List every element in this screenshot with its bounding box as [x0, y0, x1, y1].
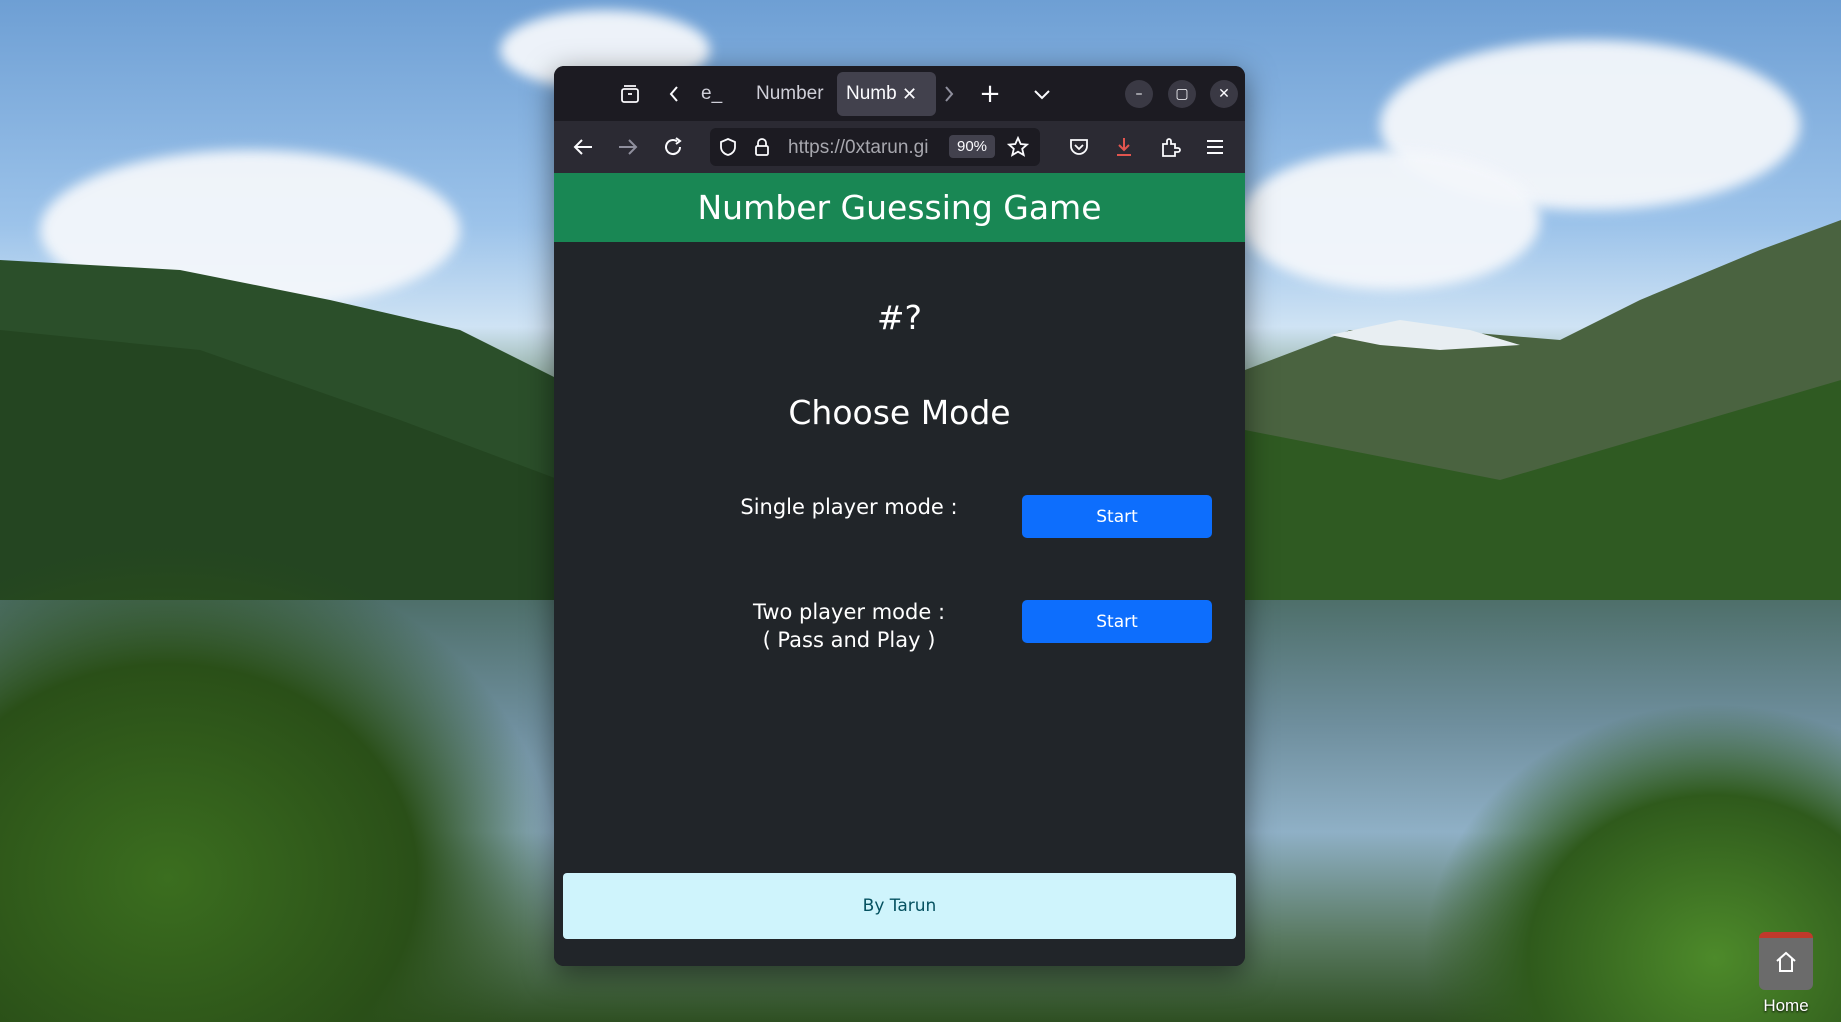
list-tabs-chevron-icon[interactable] — [1028, 80, 1056, 108]
tab-1[interactable]: e_ — [699, 72, 731, 116]
mystery-number: #? — [876, 298, 923, 337]
extensions-puzzle-icon[interactable] — [1156, 133, 1184, 161]
lock-icon[interactable] — [748, 133, 776, 161]
two-player-label: Two player mode : ( Pass and Play ) — [684, 598, 1014, 654]
single-player-row: Single player mode : Start — [554, 493, 1245, 543]
tab-overview-icon[interactable] — [616, 80, 644, 108]
maximize-icon[interactable]: ▢ — [1168, 80, 1196, 108]
back-arrow-icon[interactable] — [569, 133, 597, 161]
single-player-start-button[interactable]: Start — [1022, 495, 1212, 538]
forward-arrow-icon[interactable] — [614, 133, 642, 161]
tab-3-active[interactable]: Numb ✕ — [837, 72, 936, 116]
close-tab-icon[interactable]: ✕ — [902, 84, 917, 105]
bookmark-star-icon[interactable] — [1004, 133, 1032, 161]
hamburger-menu-icon[interactable] — [1201, 133, 1229, 161]
tab-2-label: Number — [756, 83, 824, 104]
zoom-level-badge[interactable]: 90% — [949, 135, 996, 158]
shield-icon[interactable] — [714, 133, 742, 161]
tab-3-label: Numb — [846, 83, 896, 104]
app-header: Number Guessing Game — [554, 173, 1245, 242]
close-window-icon[interactable]: ✕ — [1210, 80, 1238, 108]
footer-credit: By Tarun — [563, 873, 1236, 939]
tab-bar: e_ Number Numb ✕ + – ▢ ✕ — [554, 66, 1245, 121]
home-folder-shortcut[interactable]: Home — [1756, 932, 1816, 1022]
download-icon[interactable] — [1110, 133, 1138, 161]
choose-mode-heading: Choose Mode — [788, 393, 1011, 432]
minimize-icon[interactable]: – — [1125, 80, 1153, 108]
two-player-label-line1: Two player mode : — [752, 600, 946, 624]
tab-2[interactable]: Number — [750, 72, 826, 116]
pocket-icon[interactable] — [1065, 133, 1093, 161]
two-player-start-button[interactable]: Start — [1022, 600, 1212, 643]
browser-window: e_ Number Numb ✕ + – ▢ ✕ https://0xtarun… — [554, 66, 1245, 966]
navigation-toolbar: https://0xtarun.gi 90% — [554, 121, 1245, 173]
scroll-tabs-left-icon[interactable] — [664, 80, 684, 108]
tab-1-label: e_ — [701, 83, 723, 104]
url-bar[interactable]: https://0xtarun.gi 90% — [710, 128, 1040, 166]
url-text[interactable]: https://0xtarun.gi — [788, 137, 938, 159]
page-content: Number Guessing Game #? Choose Mode Sing… — [554, 173, 1245, 966]
two-player-row: Two player mode : ( Pass and Play ) Star… — [554, 598, 1245, 658]
new-tab-icon[interactable]: + — [976, 79, 1004, 109]
folder-icon — [1759, 932, 1813, 990]
single-player-label: Single player mode : — [740, 495, 958, 519]
two-player-label-line2: ( Pass and Play ) — [762, 628, 936, 652]
app-title: Number Guessing Game — [697, 188, 1102, 227]
scroll-tabs-right-icon[interactable] — [939, 80, 959, 108]
home-label: Home — [1763, 996, 1809, 1015]
reload-icon[interactable] — [659, 133, 687, 161]
